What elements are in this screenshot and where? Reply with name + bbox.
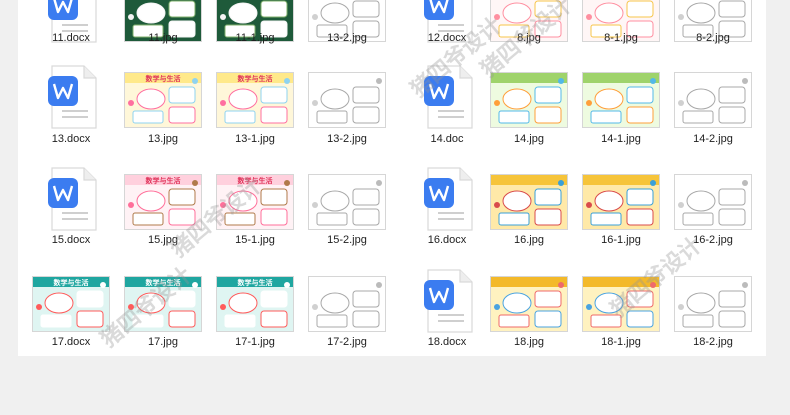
file-item-image[interactable]: 数学与生活 17-1.jpg [210, 0, 300, 356]
image-thumbnail [674, 276, 752, 332]
image-thumbnail [308, 276, 386, 332]
file-item-image[interactable]: 17-2.jpg [302, 0, 392, 356]
image-thumbnail: 数学与生活 [216, 276, 294, 332]
file-name-label: 18.docx [427, 336, 467, 348]
file-name-label: 17-2.jpg [327, 336, 367, 348]
image-thumbnail: 数学与生活 [124, 276, 202, 332]
image-thumbnail [582, 276, 660, 332]
thumbnail-heading: 数学与生活 [146, 278, 181, 287]
file-item-image[interactable]: 18-2.jpg [668, 0, 758, 356]
image-thumbnail [490, 276, 568, 332]
thumbnail-heading: 数学与生活 [238, 278, 273, 287]
file-item-image[interactable]: 18-1.jpg [576, 0, 666, 356]
file-name-label: 17.jpg [148, 336, 178, 348]
file-name-label: 18-1.jpg [601, 336, 641, 348]
file-name-label: 17.docx [51, 336, 91, 348]
file-item-image[interactable]: 18.jpg [484, 0, 574, 356]
thumbnail-heading: 数学与生活 [54, 278, 89, 287]
file-item-document[interactable]: 18.docx [402, 0, 492, 356]
word-document-icon [424, 266, 476, 336]
file-name-label: 18-2.jpg [693, 336, 733, 348]
file-name-label: 17-1.jpg [235, 336, 275, 348]
image-thumbnail: 数学与生活 [32, 276, 110, 332]
file-item-image[interactable]: 数学与生活 17.docx [26, 0, 116, 356]
file-name-label: 18.jpg [514, 336, 544, 348]
file-item-image[interactable]: 数学与生活 17.jpg [118, 0, 208, 356]
file-grid-panel: 11.docx 11.jpg 11-1.jpg 13-2.jpg 12.docx [18, 0, 766, 356]
